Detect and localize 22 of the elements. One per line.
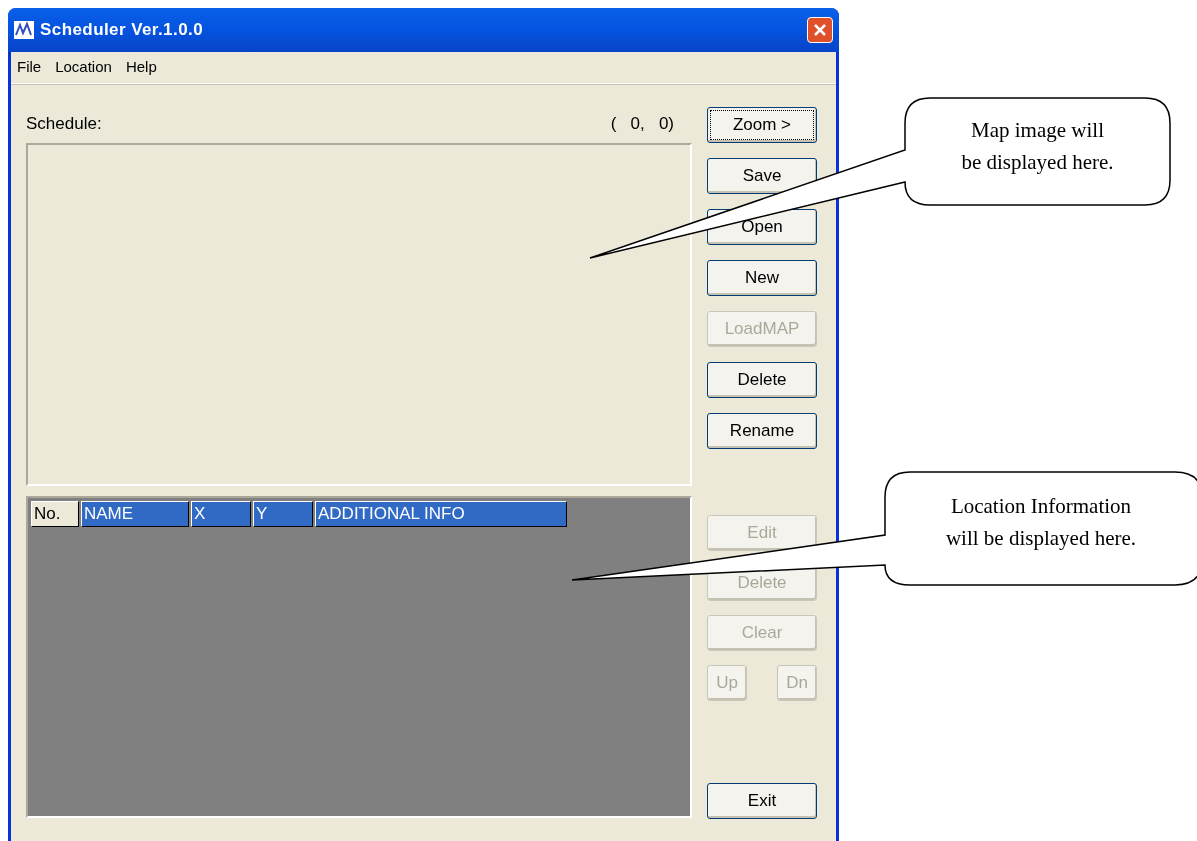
menu-item[interactable]: File bbox=[17, 56, 42, 79]
column-header[interactable]: Y bbox=[253, 501, 313, 527]
schedule-label: Schedule: bbox=[26, 113, 102, 136]
app-icon bbox=[14, 21, 34, 39]
column-header[interactable]: No. bbox=[31, 501, 79, 527]
coordinates-readout: ( 0, 0) bbox=[610, 113, 674, 136]
column-header[interactable]: ADDITIONAL INFO bbox=[315, 501, 567, 527]
push-button[interactable]: Exit bbox=[707, 783, 817, 819]
zoom-button[interactable]: Zoom > bbox=[707, 107, 817, 143]
push-button[interactable]: New bbox=[707, 260, 817, 296]
close-icon bbox=[813, 23, 827, 37]
close-button[interactable] bbox=[807, 17, 833, 43]
callout-text: Map image will be displayed here. bbox=[960, 117, 1115, 176]
callout-text: Location Information will be displayed here. bbox=[944, 493, 1138, 552]
menu-item[interactable]: Help bbox=[125, 56, 157, 79]
menu-item[interactable]: Location bbox=[55, 56, 112, 79]
push-button[interactable]: Delete bbox=[707, 362, 817, 398]
push-button[interactable]: Save bbox=[707, 158, 817, 194]
window-title: Scheduler Ver.1.0.0 bbox=[40, 19, 204, 42]
push-button[interactable]: Rename bbox=[707, 413, 817, 449]
column-header[interactable]: NAME bbox=[81, 501, 189, 527]
column-header[interactable]: X bbox=[191, 501, 251, 527]
